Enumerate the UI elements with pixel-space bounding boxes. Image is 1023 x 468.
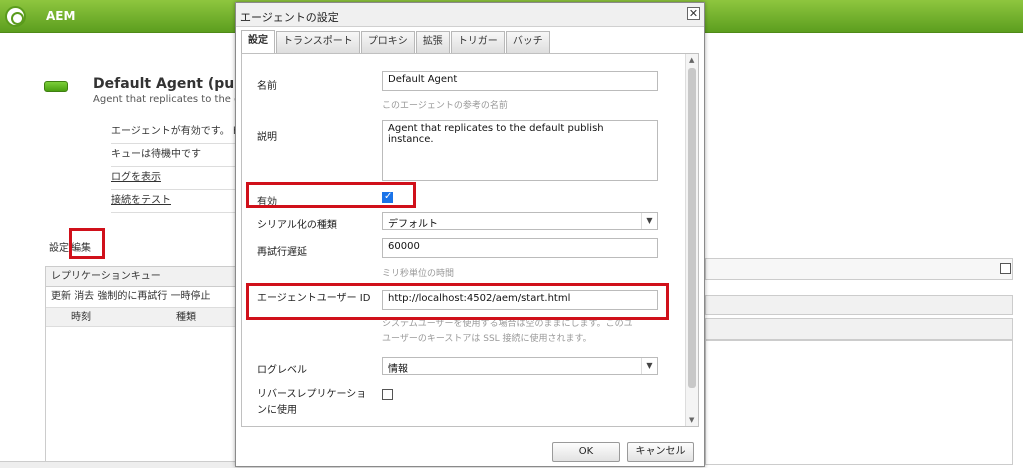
dialog-titlebar: エージェントの設定 ✕ — [236, 3, 704, 27]
name-hint: このエージェントの参考の名前 — [382, 101, 508, 111]
serialization-value: デフォルト — [388, 219, 438, 230]
tab-proxy[interactable]: プロキシ — [360, 31, 415, 53]
retry-delay-label: 再試行遅延 — [257, 247, 307, 258]
right-panel-bar-2 — [705, 318, 1013, 340]
description-label: 説明 — [257, 132, 277, 143]
tab-triggers[interactable]: トリガー — [450, 31, 505, 53]
highlight-edit-tab — [69, 228, 105, 259]
right-panel-checkbox[interactable] — [1000, 263, 1011, 274]
chevron-down-icon: ▼ — [641, 213, 657, 229]
status-queue: キューは待機中です — [111, 144, 236, 167]
column-type[interactable]: 種類 — [176, 308, 196, 327]
log-level-value: 情報 — [388, 364, 408, 375]
right-panel-bar-1 — [705, 295, 1013, 315]
retry-delay-input[interactable]: 60000 — [382, 238, 658, 258]
tab-extended[interactable]: 拡張 — [415, 31, 450, 53]
replication-queue-panel: レプリケーションキュー 更新 消去 強制的に再試行 一時停止 時刻 種類 — [45, 266, 237, 466]
name-input[interactable]: Default Agent — [382, 71, 658, 91]
serialization-select[interactable]: デフォルト ▼ — [382, 212, 658, 230]
log-level-label: ログレベル — [257, 365, 307, 376]
pause-button[interactable]: 一時停止 — [171, 291, 211, 302]
test-connection-link[interactable]: 接続をテスト — [111, 190, 236, 213]
highlight-agent-user-id — [246, 283, 669, 320]
reverse-replication-label: リバースレプリケーションに使用 — [257, 389, 367, 416]
tab-transport[interactable]: トランスポート — [276, 31, 360, 53]
aem-logo-icon[interactable] — [5, 6, 26, 27]
dialog-title: エージェントの設定 — [240, 11, 339, 24]
ok-button[interactable]: OK — [552, 442, 620, 462]
queue-toolbar: 更新 消去 強制的に再試行 一時停止 — [46, 287, 236, 307]
agent-user-id-hint-2: ユーザーのキーストアは SSL 接続に使用されます。 — [382, 334, 592, 344]
highlight-enabled — [246, 182, 416, 208]
serialization-label: シリアル化の種類 — [257, 220, 337, 231]
log-level-select[interactable]: 情報 ▼ — [382, 357, 658, 375]
right-panel-header — [705, 258, 1013, 280]
settings-link[interactable]: 設定 — [49, 243, 69, 254]
refresh-button[interactable]: 更新 — [51, 291, 71, 302]
description-textarea[interactable]: Agent that replicates to the default pub… — [382, 120, 658, 181]
app-title: AEM — [46, 9, 76, 23]
scroll-up-icon[interactable]: ▲ — [689, 56, 694, 64]
dialog-tabbar: 設定 トランスポート プロキシ 拡張 トリガー バッチ — [241, 30, 551, 53]
right-panel-content — [705, 340, 1013, 465]
agent-status-toggle-icon — [44, 81, 68, 92]
reverse-replication-checkbox[interactable] — [382, 389, 393, 400]
scroll-down-icon[interactable]: ▼ — [689, 416, 694, 424]
chevron-down-icon: ▼ — [641, 358, 657, 374]
queue-column-headers: 時刻 種類 — [46, 307, 236, 327]
tab-settings[interactable]: 設定 — [241, 30, 275, 53]
name-label: 名前 — [257, 81, 277, 92]
scrollbar-thumb[interactable] — [688, 68, 696, 388]
dialog-body: 名前 Default Agent このエージェントの参考の名前 説明 Agent… — [241, 53, 699, 427]
agent-status-list: エージェントが有効です。 h キューは待機中です ログを表示 接続をテスト — [111, 121, 236, 213]
cancel-button[interactable]: キャンセル — [627, 442, 694, 462]
close-icon[interactable]: ✕ — [687, 7, 700, 20]
retry-delay-hint: ミリ秒単位の時間 — [382, 269, 455, 279]
view-log-link[interactable]: ログを表示 — [111, 167, 236, 190]
clear-button[interactable]: 消去 — [74, 291, 94, 302]
dialog-scrollbar[interactable]: ▲ ▼ — [685, 54, 698, 426]
status-enabled: エージェントが有効です。 h — [111, 121, 236, 144]
column-time[interactable]: 時刻 — [71, 308, 91, 327]
force-retry-button[interactable]: 強制的に再試行 — [97, 291, 167, 302]
agent-settings-dialog: エージェントの設定 ✕ 設定 トランスポート プロキシ 拡張 トリガー バッチ 名前 De… — [235, 2, 705, 467]
tab-batch[interactable]: バッチ — [505, 31, 550, 53]
queue-title: レプリケーションキュー — [46, 267, 236, 287]
